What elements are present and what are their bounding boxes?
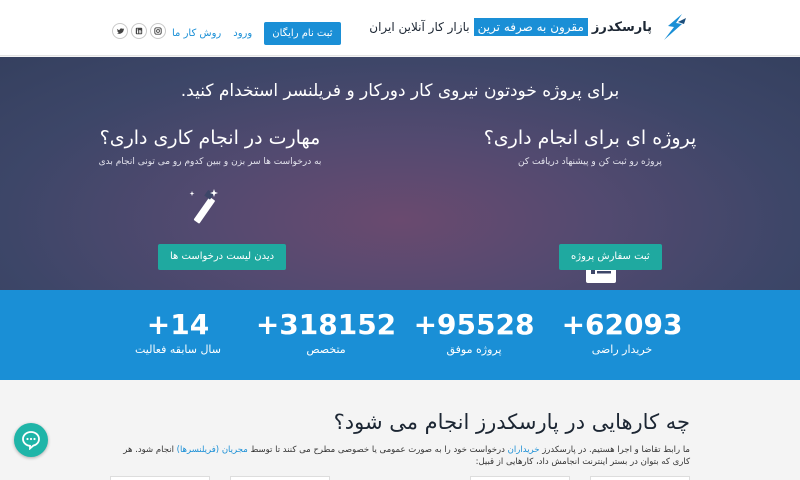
stat-item: +95528 پروژه موفق (394, 308, 554, 356)
linkedin-icon[interactable] (131, 23, 147, 39)
stats-bar: +62093 خریدار راضی +95528 پروژه موفق +31… (0, 290, 800, 380)
chat-widget-button[interactable] (14, 423, 48, 457)
category-card[interactable] (470, 476, 570, 480)
section-description: ما رابط تقاضا و اجرا هستیم. در پارسکدرز … (110, 444, 690, 468)
browse-requests-button[interactable]: دیدن لیست درخواست ها (158, 244, 287, 270)
logo-slogan: بازار کار آنلاین ایران (369, 20, 470, 34)
stat-label: متخصص (306, 343, 346, 356)
site-header: پارسکدرز مقرون به صرفه ترین بازار کار آن… (0, 0, 800, 56)
post-project-title: پروژه ای برای انجام داری؟ (483, 127, 697, 149)
chat-bubble-icon (22, 431, 40, 450)
stat-label: پروژه موفق (446, 343, 502, 356)
stat-label: سال سابقه فعالیت (134, 343, 222, 356)
header-nav: ثبت نام رایگان ورود روش کار ما (172, 20, 341, 46)
find-work-text: به درخواست ها سر بزن و ببین کدوم رو می ت… (98, 157, 322, 167)
stat-number: +318152 (255, 308, 397, 341)
stat-item: +62093 خریدار راضی (542, 308, 702, 356)
social-links (112, 23, 169, 39)
category-card[interactable] (590, 476, 690, 480)
how-it-works-link[interactable]: روش کار ما (172, 28, 221, 39)
signup-button[interactable]: ثبت نام رایگان (264, 21, 341, 45)
desc-text: درخواست خود را به صورت عمومی یا خصوصی مط… (247, 445, 508, 455)
stat-number: +14 (146, 308, 210, 341)
magic-wand-icon (189, 189, 218, 224)
hero-tagline: برای پروژه خودتون نیروی کار دورکار و فری… (180, 81, 620, 101)
twitter-icon[interactable] (112, 23, 128, 39)
site-logo[interactable]: پارسکدرز مقرون به صرفه ترین بازار کار آن… (369, 12, 690, 42)
desc-text: ما رابط تقاضا و اجرا هستیم. در پارسکدرز (539, 445, 690, 455)
login-link[interactable]: ورود (233, 28, 252, 39)
section-title: چه کارهایی در پارسکدرز انجام می شود؟ (333, 410, 690, 434)
hero-section: برای پروژه خودتون نیروی کار دورکار و فری… (0, 57, 800, 290)
parscoders-logo-icon (664, 14, 686, 40)
find-work-column: مهارت در انجام کاری داری؟ به درخواست ها … (60, 127, 360, 167)
stat-number: +95528 (413, 308, 535, 341)
freelancers-link[interactable]: مجریان (فریلنسرها) (177, 445, 248, 455)
category-card[interactable] (230, 476, 330, 480)
services-section: چه کارهایی در پارسکدرز انجام می شود؟ ما … (0, 380, 800, 480)
category-card[interactable] (110, 476, 210, 480)
post-project-button[interactable]: ثبت سفارش پروژه (559, 244, 662, 270)
logo-name: پارسکدرز (591, 19, 652, 35)
instagram-icon[interactable] (150, 23, 166, 39)
stat-label: خریدار راضی (591, 343, 653, 356)
stat-item: +14 سال سابقه فعالیت (98, 308, 258, 356)
post-project-column: پروژه ای برای انجام داری؟ پروژه رو ثبت ک… (440, 127, 740, 167)
buyers-link[interactable]: خریداران (508, 445, 540, 455)
stat-item: +318152 متخصص (246, 308, 406, 356)
find-work-title: مهارت در انجام کاری داری؟ (99, 127, 321, 149)
logo-highlight: مقرون به صرفه ترین (473, 18, 588, 36)
post-project-text: پروژه رو ثبت کن و پیشنهاد دریافت کن (518, 157, 662, 167)
stat-number: +62093 (561, 308, 683, 341)
